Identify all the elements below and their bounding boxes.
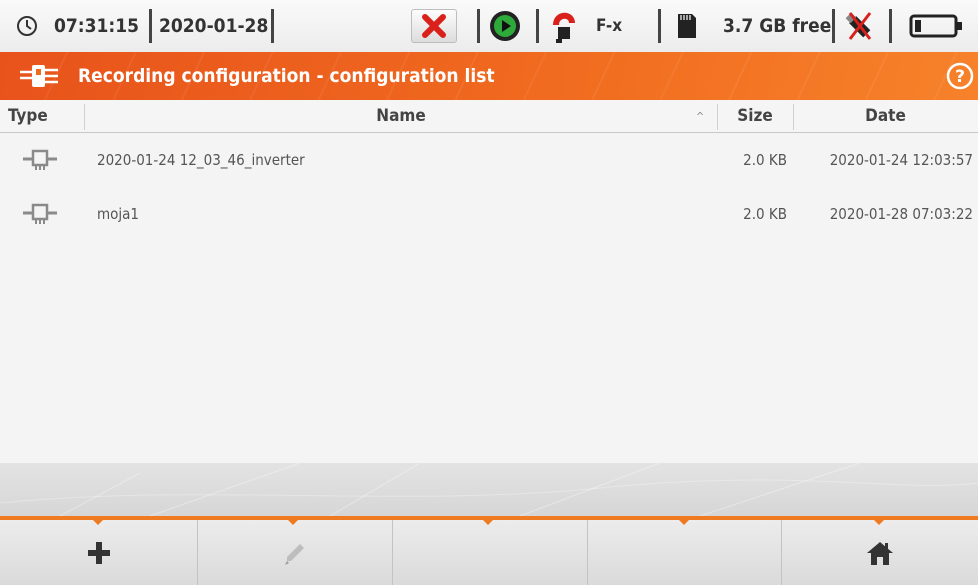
home-icon xyxy=(867,541,893,565)
empty-button[interactable] xyxy=(393,520,588,585)
notch xyxy=(286,518,300,525)
help-icon: ? xyxy=(946,62,974,90)
column-header-type[interactable]: Type xyxy=(8,100,48,132)
svg-text:?: ? xyxy=(955,67,965,87)
play-status-icon xyxy=(488,0,522,52)
divider xyxy=(832,9,835,43)
help-button[interactable]: ? xyxy=(946,62,974,95)
stop-recording-button[interactable] xyxy=(411,9,457,43)
sd-card-icon xyxy=(676,0,698,52)
column-header-date[interactable]: Date xyxy=(793,100,978,132)
notch xyxy=(481,518,495,525)
divider xyxy=(889,9,892,43)
configuration-icon xyxy=(18,62,60,95)
add-icon xyxy=(87,541,110,564)
file-name: 2020-01-24 12_03_46_inverter xyxy=(97,151,305,169)
close-icon xyxy=(422,14,446,38)
notch xyxy=(677,518,691,525)
clock-icon xyxy=(16,0,38,52)
footer-band xyxy=(0,463,978,516)
add-button[interactable] xyxy=(0,520,198,585)
edit-icon xyxy=(285,543,304,565)
time-readout: 07:31:15 xyxy=(54,15,140,37)
title-bar: Recording configuration - configuration … xyxy=(0,52,978,100)
column-header-name[interactable]: Name xyxy=(84,100,718,132)
notch xyxy=(91,518,105,525)
sort-indicator-icon: ^ xyxy=(696,109,705,123)
usb-disconnected-icon xyxy=(842,0,876,52)
edit-button[interactable] xyxy=(198,520,393,585)
background-pattern xyxy=(0,463,978,516)
clamp-probe-icon xyxy=(552,0,576,52)
status-bar: 07:31:15 2020-01-28 F-x 3.7 GB free xyxy=(0,0,978,53)
file-name: moja1 xyxy=(97,205,140,223)
notch xyxy=(872,518,886,525)
table-row[interactable]: 2020-01-24 12_03_46_inverter 2.0 KB 2020… xyxy=(0,133,978,187)
config-file-icon xyxy=(20,133,60,187)
file-date: 2020-01-24 12:03:57 xyxy=(829,151,973,169)
home-button[interactable] xyxy=(782,520,978,585)
divider xyxy=(477,9,480,43)
column-header-size[interactable]: Size xyxy=(717,100,793,132)
file-size: 2.0 KB xyxy=(743,205,787,223)
probe-label: F-x xyxy=(596,16,623,36)
storage-free: 3.7 GB free xyxy=(723,15,832,37)
file-size: 2.0 KB xyxy=(743,151,787,169)
divider xyxy=(658,9,661,43)
divider xyxy=(271,9,274,43)
divider xyxy=(149,9,152,43)
table-row[interactable]: moja1 2.0 KB 2020-01-28 07:03:22 xyxy=(0,187,978,241)
empty-button[interactable] xyxy=(588,520,782,585)
battery-icon xyxy=(909,0,965,52)
config-file-icon xyxy=(20,187,60,241)
page-title: Recording configuration - configuration … xyxy=(78,65,495,87)
configuration-list: 2020-01-24 12_03_46_inverter 2.0 KB 2020… xyxy=(0,133,978,463)
table-header: Type Name ^ Size Date xyxy=(0,100,978,133)
divider xyxy=(536,9,539,43)
file-date: 2020-01-28 07:03:22 xyxy=(829,205,973,223)
date-readout: 2020-01-28 xyxy=(159,15,269,37)
